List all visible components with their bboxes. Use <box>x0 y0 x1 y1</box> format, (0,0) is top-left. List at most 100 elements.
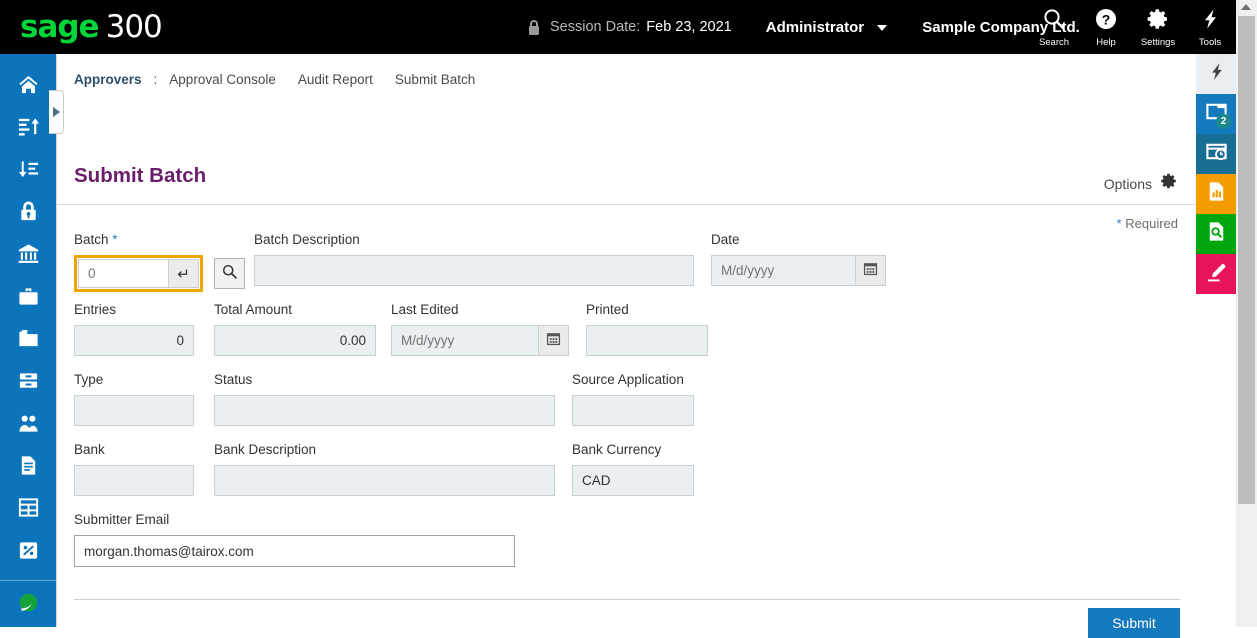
sidebar-item-common-services[interactable] <box>0 278 56 320</box>
field-bank-currency-label: Bank Currency <box>572 442 694 459</box>
page-scrollbar[interactable] <box>1236 0 1257 627</box>
sidebar-item-accounts-payable[interactable] <box>0 108 56 150</box>
breadcrumb-link-submit-batch[interactable]: Submit Batch <box>395 72 475 87</box>
breadcrumb-root[interactable]: Approvers <box>74 72 142 87</box>
session-date-label: Session Date: <box>550 19 640 35</box>
submitter-email-input[interactable]: morgan.thomas@tairox.com <box>74 535 515 567</box>
title-divider <box>57 204 1197 205</box>
sidebar-item-tax-services[interactable] <box>0 531 56 573</box>
footer-divider <box>74 599 1180 600</box>
search-button-label: Search <box>1039 37 1069 48</box>
bank-icon <box>17 242 40 270</box>
field-submitter-email-label: Submitter Email <box>74 512 515 529</box>
sidebar-item-inventory-control[interactable] <box>0 362 56 404</box>
field-bank-description: Bank Description <box>214 442 555 496</box>
scroll-up-arrow-icon[interactable] <box>1241 4 1251 10</box>
help-button-label: Help <box>1096 37 1116 48</box>
scrollbar-thumb[interactable] <box>1238 16 1255 504</box>
bank-input[interactable] <box>74 465 194 496</box>
batch-finder-button[interactable] <box>214 258 245 289</box>
source-application-input[interactable] <box>572 395 694 426</box>
user-menu[interactable]: Administrator <box>766 19 888 36</box>
required-asterisk: * <box>112 232 117 247</box>
pen-icon <box>1205 260 1228 288</box>
sidebar-item-administrative-services[interactable] <box>0 193 56 235</box>
required-note-label: Required <box>1125 216 1178 231</box>
sidebar-item-accounts-receivable[interactable] <box>0 151 56 193</box>
calendar-button[interactable] <box>855 256 885 285</box>
field-date-label: Date <box>711 232 886 249</box>
entries-input[interactable]: 0 <box>74 325 194 356</box>
search-doc-icon <box>1205 220 1228 248</box>
sidebar-item-order-entry[interactable] <box>0 405 56 447</box>
status-input[interactable] <box>214 395 555 426</box>
sidebar-item-home[interactable] <box>0 66 56 108</box>
sidebar-item-project-job-costing[interactable] <box>0 489 56 531</box>
percent-icon <box>17 539 40 567</box>
type-input[interactable] <box>74 395 194 426</box>
search-icon <box>221 263 238 285</box>
session-info: Session Date: Feb 23, 2021 Administrator… <box>527 0 1080 54</box>
field-batch-label-text: Batch <box>74 232 109 247</box>
sidebar-item-general-ledger[interactable] <box>0 320 56 362</box>
batch-input[interactable]: 0 <box>78 259 168 288</box>
document-icon <box>17 454 40 482</box>
chevron-right-icon <box>53 107 60 117</box>
last-edited-input[interactable]: M/d/yyyy <box>392 326 538 355</box>
calendar-button[interactable] <box>538 326 568 355</box>
field-printed-label: Printed <box>586 302 708 319</box>
home-icon <box>17 73 40 101</box>
options-button[interactable]: Options <box>1104 172 1178 195</box>
bank-currency-input[interactable]: CAD <box>572 465 694 496</box>
required-asterisk: * <box>1117 216 1122 231</box>
search-button[interactable]: Search <box>1028 0 1080 54</box>
sidebar-collapse-toggle[interactable] <box>49 90 64 134</box>
tools-button[interactable]: Tools <box>1184 0 1236 54</box>
bank-description-input[interactable] <box>214 465 555 496</box>
logo-product-text: 300 <box>106 9 162 45</box>
right-icon-rail: 2 <box>1196 54 1236 627</box>
rail-item-notes[interactable] <box>1196 254 1236 294</box>
left-navigation-sidebar <box>0 54 56 627</box>
user-menu-label: Administrator <box>766 19 864 36</box>
field-status: Status <box>214 372 555 426</box>
sidebar-item-purchase-orders[interactable] <box>0 447 56 489</box>
svg-text:?: ? <box>1102 11 1111 27</box>
field-batch-description-label: Batch Description <box>254 232 694 249</box>
sidebar-divider <box>0 580 56 581</box>
printed-input[interactable] <box>586 325 708 356</box>
accounts-payable-icon <box>17 115 40 143</box>
field-last-edited-label: Last Edited <box>391 302 569 319</box>
rail-item-inquiry[interactable] <box>1196 214 1236 254</box>
sage-leaf-logo-icon <box>16 591 41 621</box>
rail-item-tools-shortcut[interactable] <box>1196 54 1236 94</box>
open-windows-badge: 2 <box>1216 114 1231 129</box>
field-type-label: Type <box>74 372 194 389</box>
help-button[interactable]: ? Help <box>1080 0 1132 54</box>
rail-item-recent-windows[interactable] <box>1196 134 1236 174</box>
settings-button[interactable]: Settings <box>1132 0 1184 54</box>
header-actions: Search ? Help Settings Tools <box>1028 0 1236 54</box>
field-bank-currency: Bank Currency CAD <box>572 442 694 496</box>
lock-icon <box>527 19 541 36</box>
sage-300-logo: sage 300 <box>20 9 162 45</box>
rail-item-open-windows[interactable]: 2 <box>1196 94 1236 134</box>
briefcase-icon <box>17 285 40 313</box>
batch-description-input[interactable] <box>254 255 694 286</box>
field-submitter-email: Submitter Email morgan.thomas@tairox.com <box>74 512 515 567</box>
total-amount-input[interactable]: 0.00 <box>214 325 376 356</box>
field-source-application-label: Source Application <box>572 372 694 389</box>
sidebar-item-bank-services[interactable] <box>0 235 56 277</box>
field-bank-description-label: Bank Description <box>214 442 555 459</box>
rail-item-reports[interactable] <box>1196 174 1236 214</box>
date-input[interactable]: M/d/yyyy <box>712 256 855 285</box>
submit-button[interactable]: Submit <box>1088 608 1180 638</box>
sidebar-item-sage-leaf[interactable] <box>0 585 56 627</box>
breadcrumb-link-approval-console[interactable]: Approval Console <box>169 72 276 87</box>
lock-icon <box>17 200 40 228</box>
main-content-panel: Approvers : Approval Console Audit Repor… <box>56 54 1196 627</box>
search-icon <box>1042 7 1066 36</box>
enter-arrow-icon[interactable]: ↵ <box>168 259 199 288</box>
breadcrumb-link-audit-report[interactable]: Audit Report <box>298 72 373 87</box>
calendar-icon <box>546 331 561 351</box>
